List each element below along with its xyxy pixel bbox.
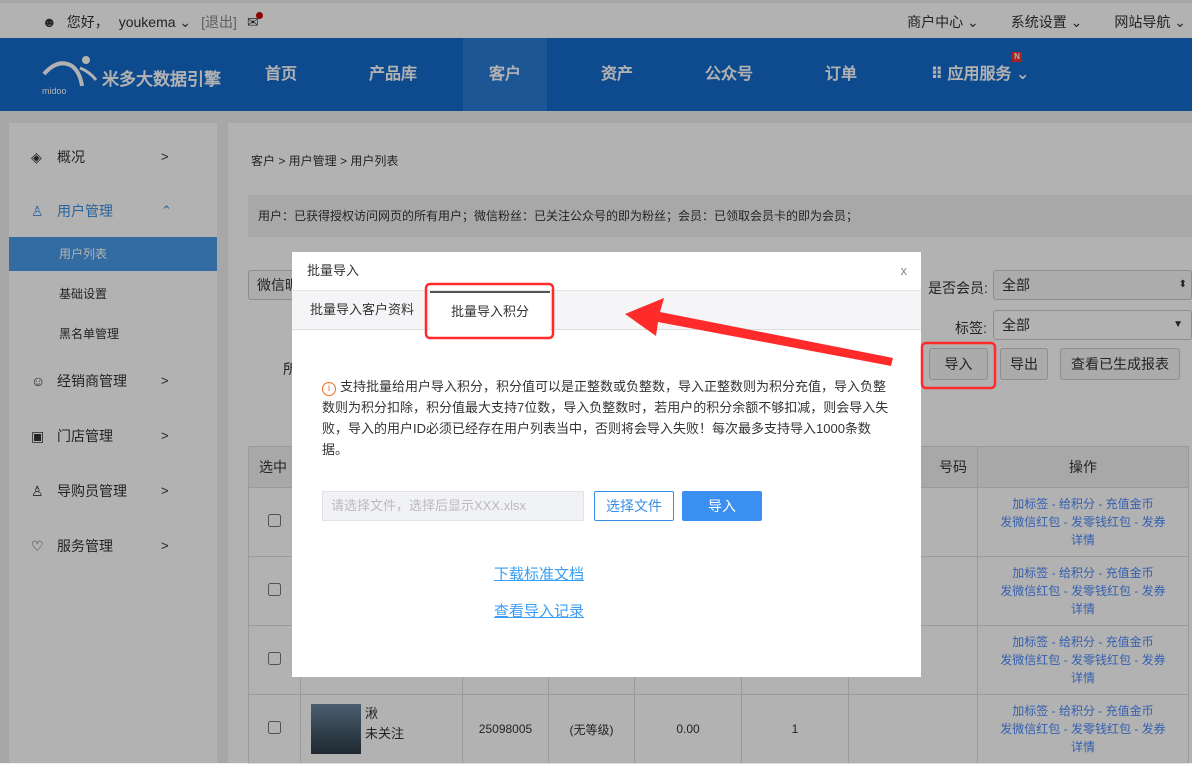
- view-import-records-link[interactable]: 查看导入记录: [494, 600, 584, 621]
- tab-import-customers[interactable]: 批量导入客户资料: [292, 291, 432, 331]
- close-icon[interactable]: x: [901, 252, 908, 290]
- tab-import-points[interactable]: 批量导入积分: [430, 291, 550, 332]
- modal-tabs: 批量导入客户资料 批量导入积分: [292, 290, 921, 332]
- download-template-link[interactable]: 下载标准文档: [494, 563, 584, 584]
- modal-title: 批量导入: [307, 263, 360, 278]
- file-path-input[interactable]: 请选择文件，选择后显示XXX.xlsx: [322, 491, 584, 521]
- choose-file-button[interactable]: 选择文件: [594, 491, 674, 521]
- batch-import-modal: 批量导入 x 批量导入客户资料 批量导入积分 i 支持批量给用户导入积分，积分值可以…: [292, 252, 921, 677]
- modal-import-button[interactable]: 导入: [682, 491, 762, 521]
- info-icon: i: [322, 382, 336, 396]
- import-description: i 支持批量给用户导入积分，积分值可以是正整数或负整数，导入正整数则为积分充值，导…: [322, 379, 889, 457]
